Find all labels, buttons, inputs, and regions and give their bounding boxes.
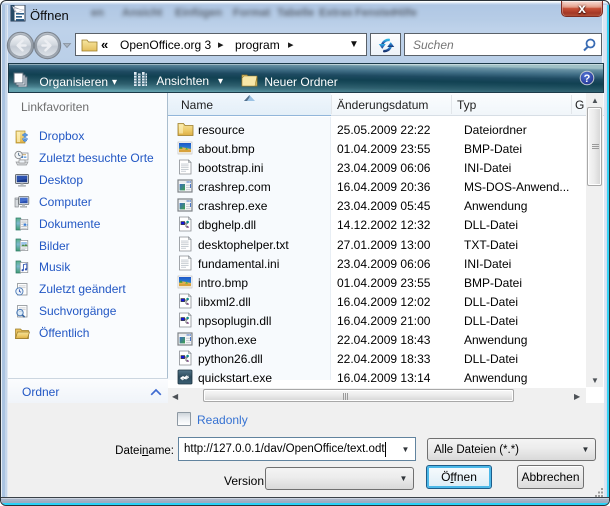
- svg-text:?: ?: [584, 73, 591, 85]
